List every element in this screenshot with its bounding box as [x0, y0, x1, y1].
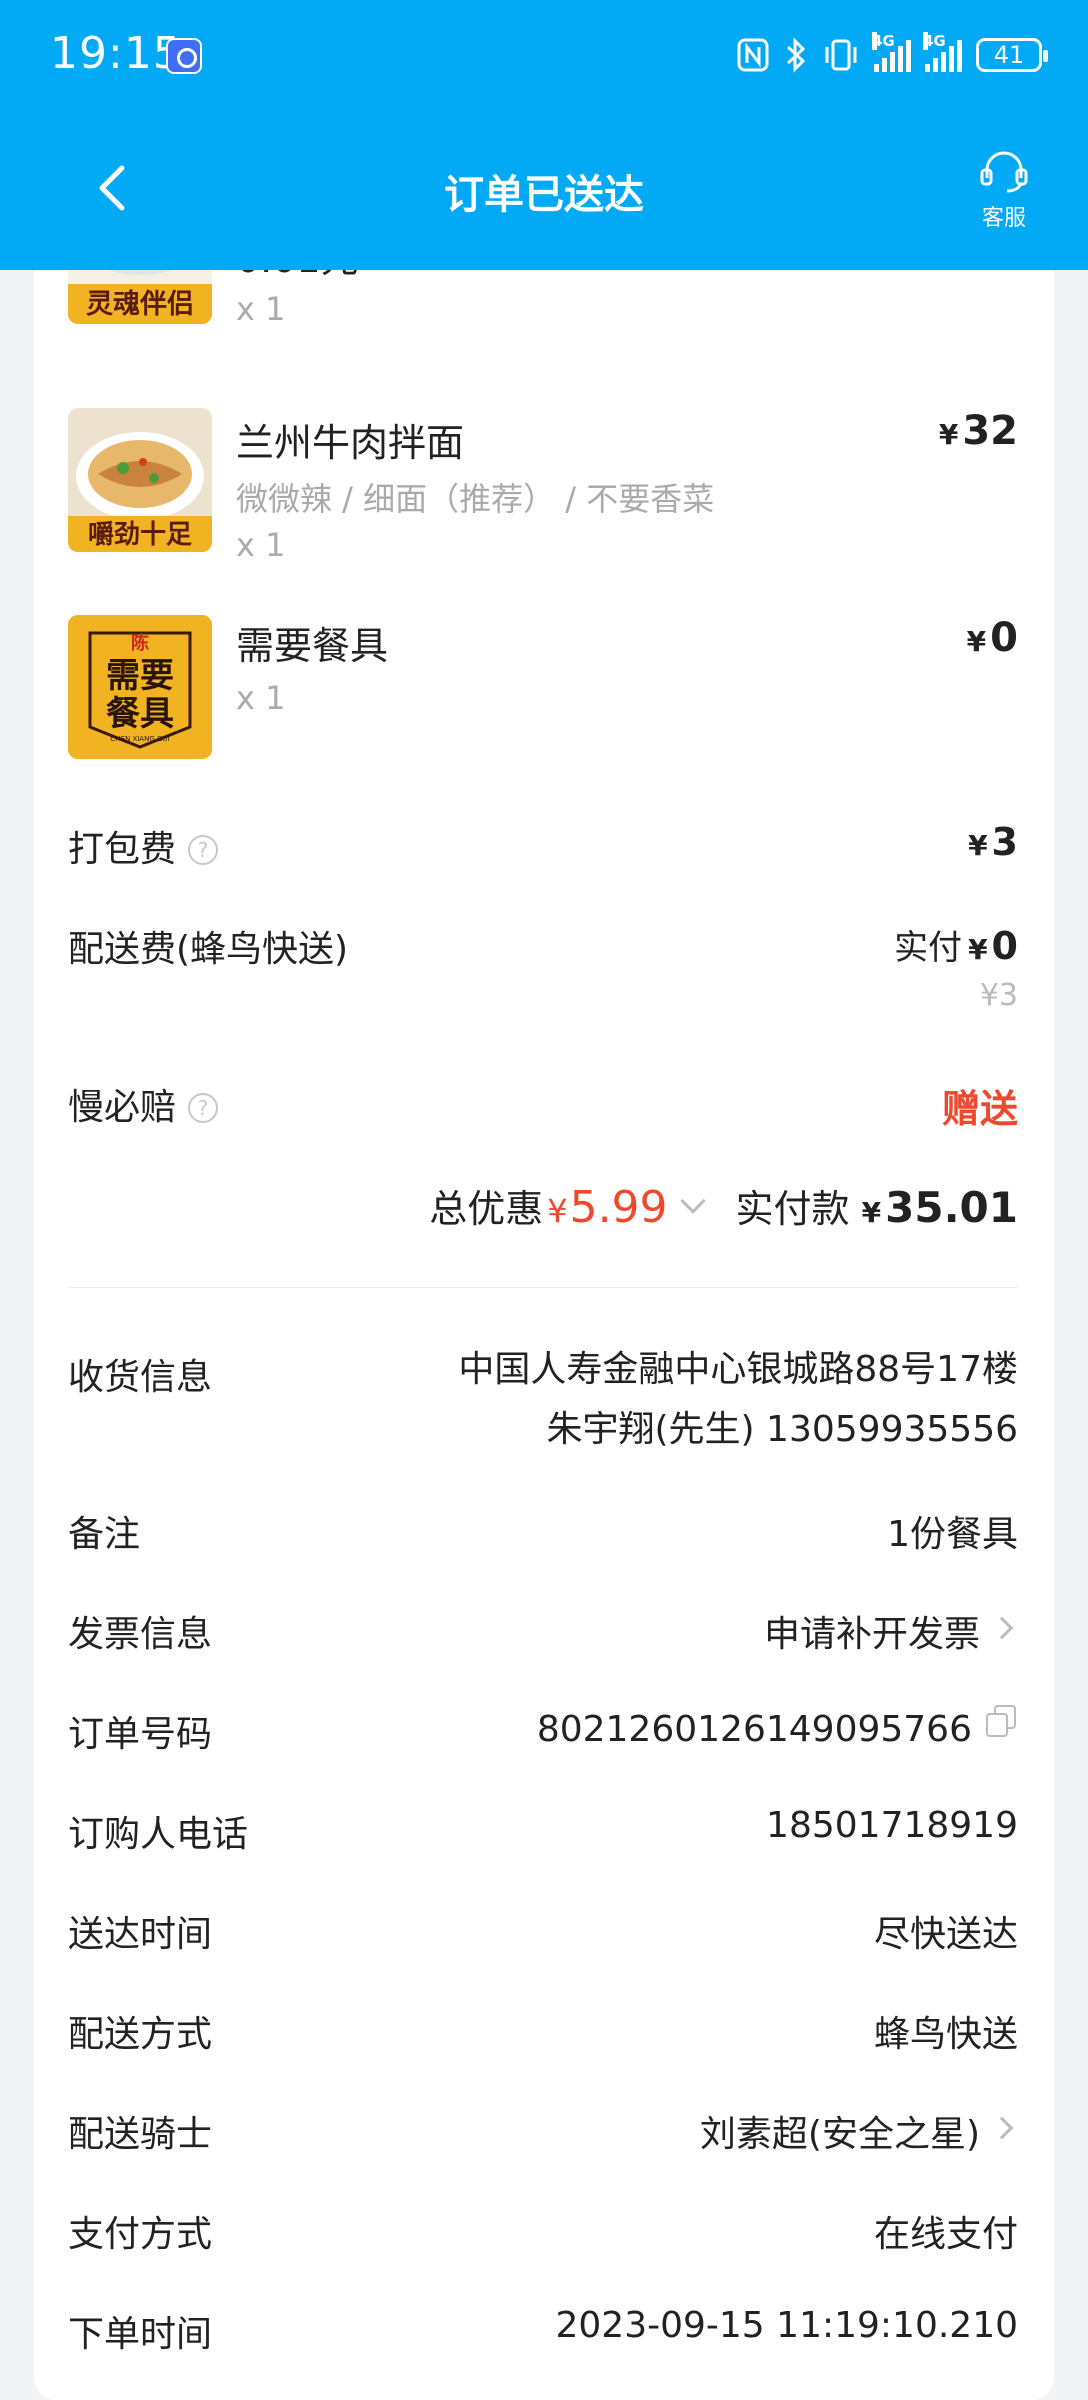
delivery-fee-value: 实付 ¥0	[894, 920, 1018, 969]
chevron-right-icon	[990, 2116, 1014, 2140]
remark-value: 1份餐具	[887, 1514, 1018, 1555]
packing-fee-amount: 3	[991, 820, 1018, 864]
currency-symbol: ¥	[968, 933, 988, 966]
item-name: 兰州牛肉拌面	[236, 421, 465, 465]
invoice-value[interactable]: 申请补开发票	[764, 1605, 1018, 1657]
packing-fee-label: 打包费	[68, 829, 177, 870]
item-thumbnail: 陈 需要 餐具 CHEN XIANG GUI	[68, 615, 212, 759]
actual-pay-prefix: 实付	[894, 928, 963, 968]
app-header: 19:15 4G 4G 41 订单已送达 客服	[0, 0, 1088, 270]
order-number-value: 8021260126149095766	[537, 1705, 1018, 1750]
address-value: 中国人寿金融中心银城路88号17楼 朱宇翔(先生) 13059935556	[458, 1340, 1018, 1460]
svg-text:灵魂伴侣: 灵魂伴侣	[86, 289, 194, 320]
order-item: 嚼劲十足 兰州牛肉拌面 微微辣 / 细面（推荐） / 不要香菜 x 1 ¥32	[68, 408, 1018, 578]
item-price-value: 0	[990, 615, 1018, 661]
item-quantity: x 1	[236, 290, 286, 328]
order-time-label: 下单时间	[68, 2314, 213, 2355]
copy-icon[interactable]	[984, 1705, 1018, 1739]
help-icon[interactable]: ?	[188, 835, 219, 865]
item-spec: 微微辣 / 细面（推荐） / 不要香菜	[236, 480, 715, 518]
currency-symbol: ¥	[861, 1196, 882, 1229]
currency-symbol: ¥	[938, 418, 959, 451]
address-row: 收货信息 中国人寿金融中心银城路88号17楼 朱宇翔(先生) 130599355…	[68, 1348, 1018, 1458]
currency-symbol: ¥	[968, 829, 988, 862]
arrival-time-value: 尽快送达	[873, 1914, 1018, 1955]
arrival-time-label: 送达时间	[68, 1914, 213, 1955]
svg-text:嚼劲十足: 嚼劲十足	[88, 520, 192, 550]
page-title: 订单已送达	[444, 172, 644, 218]
signal-icon: 4G	[923, 32, 962, 72]
buyer-phone-label: 订购人电话	[68, 1814, 249, 1855]
paid-label: 实付款	[735, 1187, 850, 1231]
totals-row[interactable]: 总优惠 ¥5.99 实付款 ¥35.01	[68, 1178, 1018, 1238]
address-line: 中国人寿金融中心银城路88号17楼	[458, 1349, 1018, 1390]
payment-method-value: 在线支付	[873, 2214, 1018, 2255]
svg-text:需要: 需要	[106, 656, 174, 696]
currency-symbol: ¥	[547, 1192, 568, 1230]
svg-text:餐具: 餐具	[106, 694, 174, 734]
discount-amount: 5.99	[569, 1182, 668, 1233]
recipient-line: 朱宇翔(先生) 13059935556	[546, 1409, 1018, 1450]
item-price-value: 32	[962, 408, 1018, 454]
order-number-label: 订单号码	[68, 1714, 213, 1755]
order-item: 陈 需要 餐具 CHEN XIANG GUI 需要餐具 x 1 ¥0	[68, 615, 1018, 765]
chevron-right-icon	[990, 1616, 1014, 1640]
item-quantity: x 1	[236, 679, 286, 717]
customer-service-button[interactable]: 客服	[964, 150, 1044, 232]
packing-fee-value: ¥3	[968, 820, 1018, 864]
remark-label: 备注	[68, 1514, 141, 1555]
paid-value: 35.01	[885, 1183, 1018, 1232]
invoice-link[interactable]: 申请补开发票	[764, 1614, 980, 1655]
order-number: 8021260126149095766	[536, 1709, 972, 1750]
delivery-method-value: 蜂鸟快送	[873, 2014, 1018, 2055]
battery-icon: 41	[976, 38, 1048, 72]
total-discount-label: 总优惠	[429, 1187, 544, 1231]
slow-compensation-label: 慢必赔	[68, 1087, 177, 1128]
vibrate-icon	[825, 39, 857, 71]
delivery-fee-row: 配送费(蜂鸟快送) 实付 ¥0 ¥3	[68, 920, 1018, 1030]
help-icon[interactable]: ?	[188, 1093, 219, 1123]
item-price: ¥0	[967, 615, 1018, 661]
paid-amount: ¥35.01	[862, 1183, 1018, 1232]
slow-compensation-value: 赠送	[941, 1087, 1018, 1131]
item-price: ¥32	[939, 408, 1018, 454]
bluetooth-icon	[786, 37, 806, 73]
nfc-icon	[737, 38, 769, 72]
headset-icon	[980, 151, 1028, 193]
svg-text:陈: 陈	[131, 632, 149, 654]
status-icons: 4G 4G 41	[736, 30, 1048, 80]
rider-value[interactable]: 刘素超(安全之星)	[700, 2105, 1018, 2157]
address-label: 收货信息	[68, 1357, 213, 1398]
item-thumbnail: 嚼劲十足	[68, 408, 212, 552]
currency-symbol: ¥	[966, 625, 987, 658]
packing-fee-row: 打包费? ¥3	[68, 820, 1018, 880]
nav-bar: 订单已送达 客服	[0, 112, 1088, 270]
invoice-label: 发票信息	[68, 1614, 213, 1655]
rider-label: 配送骑士	[68, 2114, 213, 2155]
signal-icon: 4G	[872, 32, 911, 72]
status-bar: 19:15 4G 4G 41	[0, 0, 1088, 112]
delivery-method-label: 配送方式	[68, 2014, 213, 2055]
order-detail-card: 灵魂伴侣 0.01元 x 1 ¥3 嚼劲十足 兰州牛肉拌面 微微辣 / 细面（推…	[34, 180, 1054, 2400]
customer-service-label: 客服	[981, 206, 1026, 231]
payment-method-label: 支付方式	[68, 2214, 213, 2255]
app-notification-icon	[166, 38, 202, 74]
buyer-phone-value: 18501718919	[766, 1805, 1018, 1846]
item-name: 需要餐具	[236, 624, 389, 668]
svg-text:CHEN XIANG GUI: CHEN XIANG GUI	[110, 735, 169, 743]
total-discount-value: ¥5.99	[547, 1182, 667, 1233]
delivery-fee-original: ¥3	[979, 978, 1018, 1013]
slow-compensation-row: 慢必赔? 赠送	[68, 1078, 1018, 1138]
status-time: 19:15	[50, 28, 182, 79]
delivery-fee-amount: 0	[991, 924, 1018, 968]
delivery-fee-label: 配送费(蜂鸟快送)	[68, 929, 349, 970]
divider	[68, 1287, 1018, 1288]
chevron-down-icon[interactable]	[679, 1188, 706, 1214]
item-quantity: x 1	[236, 526, 286, 564]
rider-name[interactable]: 刘素超(安全之星)	[700, 2114, 980, 2155]
order-time-value: 2023-09-15 11:19:10.210	[555, 2305, 1019, 2346]
